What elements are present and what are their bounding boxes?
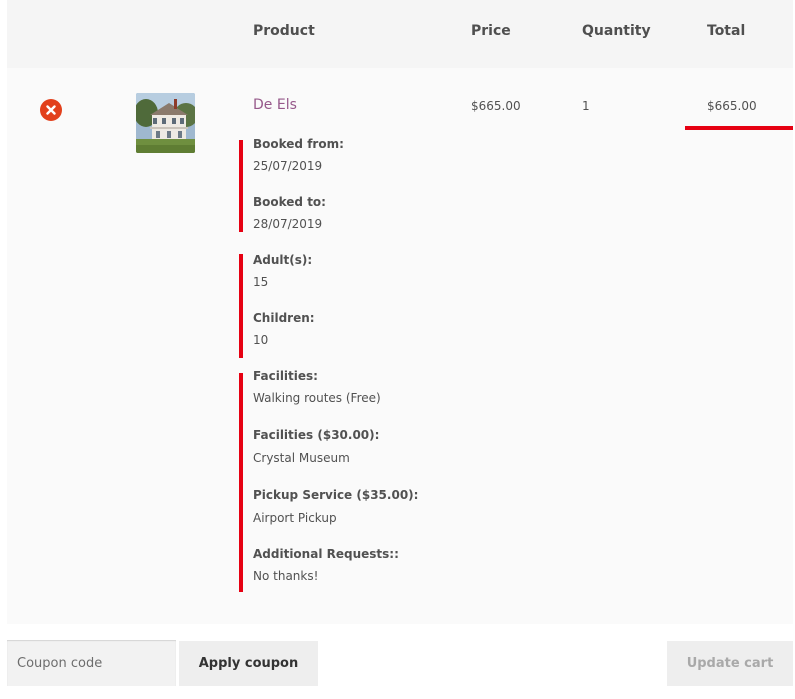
- product-subtotal: $665.00: [707, 99, 757, 113]
- product-price: $665.00: [471, 99, 521, 113]
- meta-value-booked-to: 28/07/2019: [253, 217, 323, 231]
- meta-value-pickup-service: Airport Pickup: [253, 511, 337, 525]
- meta-value-additional-requests: No thanks!: [253, 569, 319, 583]
- header-quantity: Quantity: [582, 23, 651, 39]
- meta-value-facilities-paid: Crystal Museum: [253, 451, 350, 465]
- total-highlight-mark: [685, 126, 793, 130]
- extras-highlight-bar: [239, 373, 243, 592]
- cart-actions: Apply coupon Update cart: [0, 640, 795, 687]
- meta-label-children: Children:: [253, 311, 315, 325]
- product-quantity: 1: [582, 99, 590, 113]
- product-thumbnail[interactable]: [136, 93, 195, 153]
- header-price: Price: [471, 23, 511, 39]
- meta-label-pickup-service: Pickup Service ($35.00):: [253, 488, 419, 502]
- meta-value-adults: 15: [253, 275, 269, 289]
- close-icon: [46, 105, 56, 115]
- header-product: Product: [253, 23, 315, 39]
- meta-label-additional-requests: Additional Requests::: [253, 547, 399, 561]
- meta-value-facilities: Walking routes (Free): [253, 391, 381, 405]
- update-cart-button[interactable]: Update cart: [667, 641, 793, 686]
- product-name-link[interactable]: De Els: [253, 96, 297, 114]
- remove-item-button[interactable]: [40, 99, 62, 121]
- house-photo: [136, 93, 195, 153]
- dates-highlight-bar: [239, 140, 243, 232]
- coupon-code-input[interactable]: [7, 640, 176, 686]
- apply-coupon-button[interactable]: Apply coupon: [179, 641, 318, 686]
- meta-label-facilities: Facilities:: [253, 369, 318, 383]
- meta-value-booked-from: 25/07/2019: [253, 159, 323, 173]
- meta-label-facilities-paid: Facilities ($30.00):: [253, 428, 380, 442]
- cart-table-header: Product Price Quantity Total: [7, 0, 793, 68]
- meta-label-adults: Adult(s):: [253, 253, 313, 267]
- meta-label-booked-from: Booked from:: [253, 137, 344, 151]
- guests-highlight-bar: [239, 254, 243, 358]
- cart-table: Product Price Quantity Total De Els $665…: [7, 0, 793, 624]
- header-total: Total: [707, 23, 746, 39]
- meta-label-booked-to: Booked to:: [253, 195, 326, 209]
- meta-value-children: 10: [253, 333, 269, 347]
